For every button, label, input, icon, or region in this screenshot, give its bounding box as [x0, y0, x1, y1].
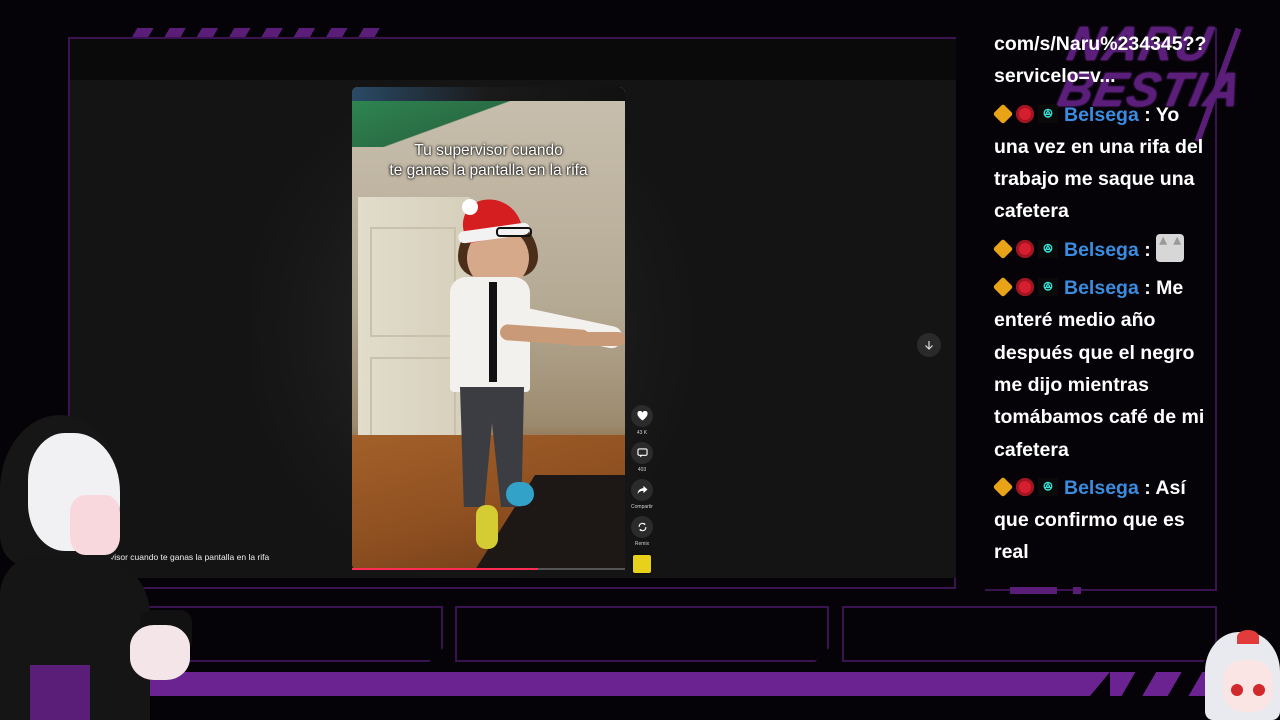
remix-action[interactable]: Remix [629, 516, 655, 547]
comment-action[interactable]: 403 [629, 442, 655, 473]
vtuber-avatar-left [0, 415, 192, 720]
chat-username[interactable]: Belsega [1064, 277, 1139, 299]
box-badge-icon [992, 103, 1014, 124]
like-count: 43 K [636, 430, 648, 436]
like-action[interactable]: 43 K [629, 405, 655, 436]
comment-count: 403 [637, 467, 647, 473]
tiktok-video[interactable]: Tu supervisor cuando te ganas la pantall… [352, 87, 625, 570]
remix-icon[interactable] [631, 516, 653, 538]
video-caption: Tu supervisor cuando te ganas la pantall… [389, 142, 588, 179]
sub-badge-icon: ꔮ [1038, 239, 1058, 258]
chat-badges: ꔮ [992, 276, 1058, 298]
chat-username[interactable]: Belsega [1064, 104, 1139, 126]
video-actions: 43 K 403 Compartir Remix [629, 405, 655, 575]
chat-message: ꔮ Belsega : [992, 233, 1216, 266]
chat-message: ꔮ Belsega : Así que confirmo que es real [992, 476, 1186, 564]
bottom-bar [100, 672, 1110, 696]
chat-message: ꔮ Belsega : Yo una vez en una rifa del tr… [992, 103, 1204, 223]
capture-top-bar [70, 39, 956, 80]
chat-message-partial: com/s/Naru%234345?? servicelo=v... [994, 33, 1207, 88]
red-badge-icon [1016, 239, 1034, 258]
sub-badge-icon: ꔮ [1038, 477, 1058, 496]
bottom-panel-right [842, 606, 1217, 662]
mascot-avatar-right [1205, 630, 1280, 720]
heart-icon[interactable] [631, 405, 653, 427]
share-action[interactable]: Compartir [629, 479, 655, 510]
video-progress-bar[interactable] [352, 568, 625, 570]
scroll-down-icon[interactable] [917, 333, 941, 357]
sub-badge-icon: ꔮ [1038, 104, 1058, 123]
cat-emote-icon [1156, 233, 1185, 262]
video-progress-fill [352, 568, 538, 570]
box-badge-icon [992, 238, 1014, 259]
red-badge-icon [1016, 104, 1034, 123]
comment-icon[interactable] [631, 442, 653, 464]
remix-label: Remix [634, 541, 650, 547]
chat-text: Me enteré medio año después que el negro… [994, 277, 1205, 461]
chat-username[interactable]: Belsega [1064, 477, 1139, 499]
bottom-panel-center [455, 606, 829, 662]
red-badge-icon [1016, 477, 1034, 496]
chat-badges: ꔮ [992, 103, 1058, 124]
red-badge-icon [1016, 278, 1034, 297]
chat-username[interactable]: Belsega [1064, 239, 1139, 261]
chat-message: ꔮ Belsega : Me enteré medio año después q… [992, 276, 1205, 461]
share-icon[interactable] [631, 479, 653, 501]
chat-badges: ꔮ [992, 476, 1058, 498]
box-badge-icon [992, 476, 1014, 498]
chat-log: com/s/Naru%234345?? servicelo=v... ꔮ Bels… [992, 32, 1216, 575]
chat-badges: ꔮ [992, 238, 1058, 259]
sub-badge-icon: ꔮ [1038, 278, 1058, 297]
box-badge-icon [992, 276, 1014, 298]
music-disc-icon[interactable] [631, 553, 653, 575]
share-label: Compartir [631, 504, 653, 510]
